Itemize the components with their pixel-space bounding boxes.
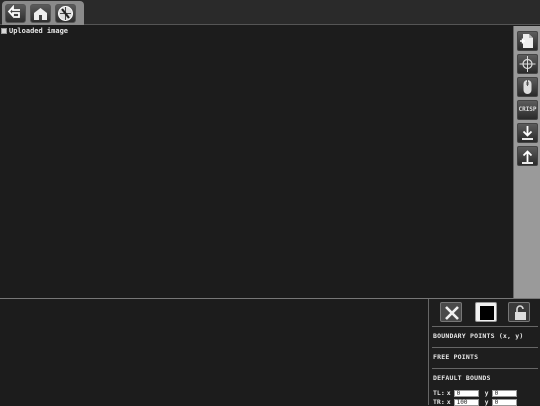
color-swatch-button[interactable] <box>475 302 497 322</box>
unlock-icon <box>515 305 526 320</box>
tr-y-input[interactable]: 0 <box>491 398 517 406</box>
close-button[interactable] <box>440 302 462 322</box>
panel-separator <box>432 347 538 348</box>
tr-x-input[interactable]: 100 <box>453 398 479 406</box>
mouse-button[interactable] <box>517 77 538 97</box>
broken-image-alt-text: Uploaded image <box>9 27 69 35</box>
close-x-icon <box>445 306 459 320</box>
upload-icon <box>522 150 533 164</box>
y-axis-label: y <box>484 389 489 397</box>
boundary-points-label: BOUNDARY POINTS (x, y) <box>433 332 524 340</box>
home-icon <box>34 8 47 20</box>
crosshair-button[interactable] <box>517 54 538 74</box>
download-icon <box>522 126 533 140</box>
row-label: TL: <box>433 389 445 397</box>
tl-x-input[interactable]: 0 <box>453 389 479 397</box>
image-canvas[interactable]: Uploaded image <box>0 26 512 298</box>
free-points-label: FREE POINTS <box>433 353 479 361</box>
crisp-label: CRISP <box>518 106 537 113</box>
bound-row-tl: TL: x 0 y 0 <box>433 389 517 397</box>
default-bounds-label: DEFAULT BOUNDS <box>433 374 491 382</box>
lock-button[interactable] <box>508 302 530 322</box>
crosshair-icon <box>519 56 536 72</box>
home-button[interactable] <box>30 4 51 23</box>
right-toolbar: CRISP <box>513 26 540 298</box>
back-arrow-icon <box>7 5 20 19</box>
toolbar-button-group <box>2 1 84 25</box>
bounds-panel: BOUNDARY POINTS (x, y) FREE POINTS DEFAU… <box>428 299 540 406</box>
broken-image-icon <box>1 28 7 34</box>
mouse-icon <box>523 80 532 94</box>
compass-button[interactable] <box>55 4 76 23</box>
crisp-button[interactable]: CRISP <box>517 100 538 120</box>
black-square-icon <box>480 306 494 320</box>
safari-compass-icon <box>58 6 73 21</box>
tl-y-input[interactable]: 0 <box>491 389 517 397</box>
upload-button[interactable] <box>517 146 538 166</box>
broken-image: Uploaded image <box>1 27 68 35</box>
new-document-button[interactable] <box>517 31 538 51</box>
panel-separator <box>432 368 538 369</box>
top-toolbar <box>0 0 540 25</box>
panel-separator <box>432 326 538 327</box>
new-document-icon <box>520 34 533 48</box>
bottom-canvas[interactable] <box>0 299 428 405</box>
download-button[interactable] <box>517 123 538 143</box>
back-button[interactable] <box>5 4 26 23</box>
x-axis-label: x <box>446 389 451 397</box>
